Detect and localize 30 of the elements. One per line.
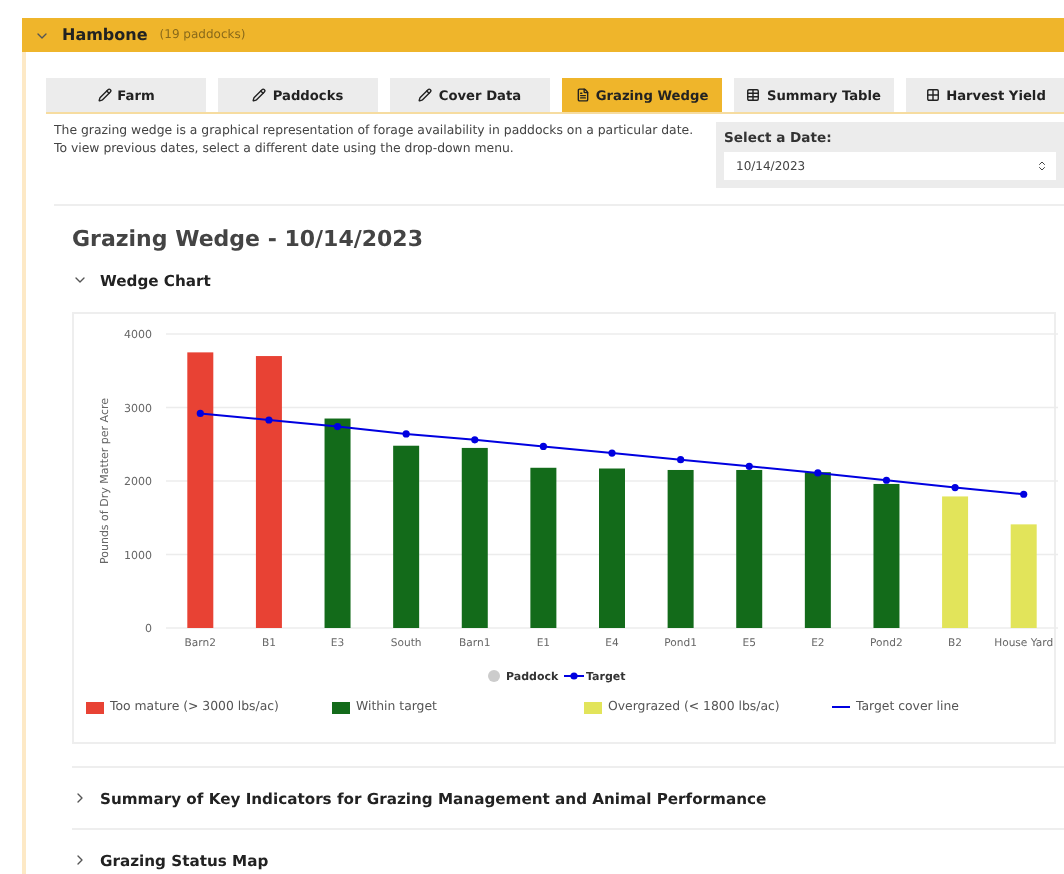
target-point [1020,490,1028,498]
target-point [677,456,685,464]
legend-swatch [86,701,104,713]
legend-line-icon [832,705,850,709]
target-point [471,436,479,444]
bar [942,496,969,628]
farm-name: Hambone [62,26,148,44]
bar [1010,524,1037,628]
chevron-right-icon[interactable] [72,790,88,806]
chevron-right-icon[interactable] [72,852,88,868]
target-point [814,469,822,477]
target-point [402,430,410,438]
target-point [608,449,616,457]
page-heading: Grazing Wedge - 10/14/2023 [72,226,425,252]
document-icon [575,88,590,102]
target-point [333,423,342,431]
grid-icon [926,88,941,102]
table-icon [746,88,761,102]
pencil-icon [97,88,112,102]
legend-swatch [332,701,350,713]
legend-swatch [584,701,602,713]
target-point [539,442,547,451]
target-point [951,484,959,492]
target-point [882,476,891,484]
pencil-icon [418,88,433,102]
pencil-icon [252,88,267,102]
target-point [196,409,204,417]
target-point [265,416,273,424]
chevron-down-icon[interactable] [72,272,88,288]
target-point [745,462,753,470]
